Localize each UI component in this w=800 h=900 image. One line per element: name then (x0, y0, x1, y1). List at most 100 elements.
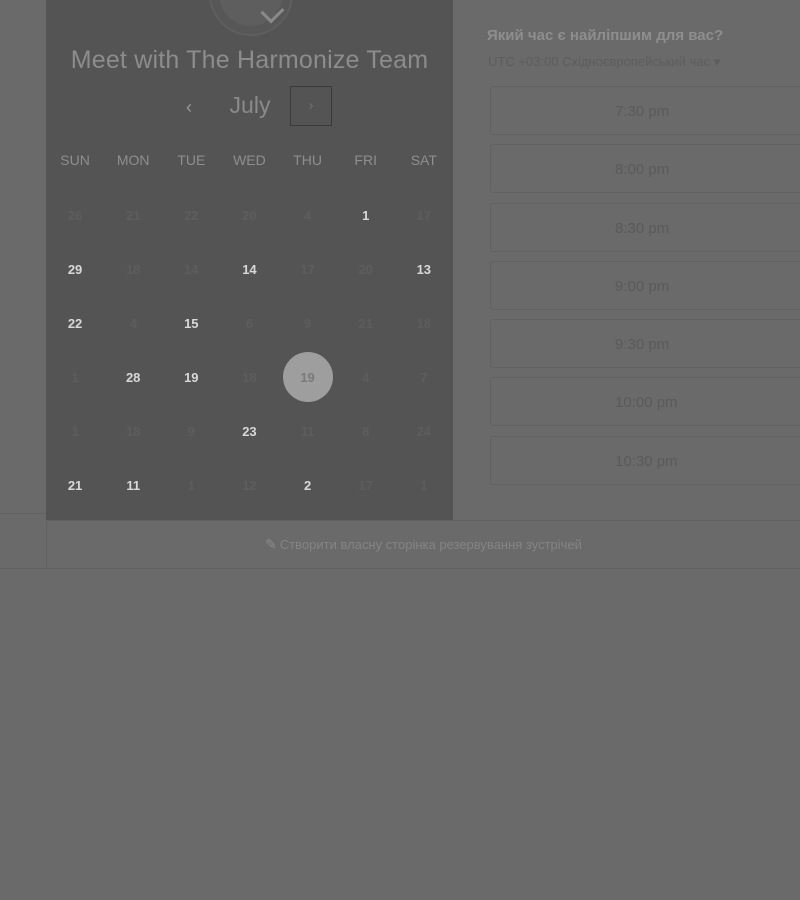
calendar-day-label: 19 (282, 352, 333, 402)
calendar-day-label: 19 (184, 369, 199, 385)
calendar-day[interactable]: 2 (279, 458, 337, 512)
calendar-day-label: 4 (362, 369, 370, 385)
calendar-day-label: 23 (242, 423, 257, 439)
calendar-day-label: 17 (358, 477, 373, 493)
calendar-day[interactable]: 29 (46, 242, 104, 296)
time-slot-button[interactable]: 7:30 pm (490, 86, 800, 135)
calendar-day-label: 6 (245, 315, 254, 331)
calendar-day-label: 1 (362, 207, 370, 223)
calendar-day-selected[interactable]: 19 (279, 350, 337, 404)
calendar-day[interactable]: 15 (162, 296, 220, 350)
calendar-day: 14 (162, 242, 220, 296)
calendar-day-label: 4 (303, 207, 312, 223)
calendar-day: 18 (104, 404, 162, 458)
calendar-day[interactable]: 23 (220, 404, 278, 458)
next-month-button[interactable]: › (290, 86, 332, 126)
calendar-day-label: 21 (67, 477, 83, 493)
calendar-day-label: 11 (300, 423, 315, 439)
calendar-day: 18 (104, 242, 162, 296)
time-slot-button[interactable]: 8:00 pm (490, 144, 800, 194)
calendar-day: 6 (220, 296, 278, 350)
calendar-day-label: 1 (71, 369, 79, 385)
time-slot-button[interactable]: 9:30 pm (490, 319, 800, 369)
calendar-day-label: 14 (184, 261, 199, 277)
calendar-day: 20 (337, 242, 395, 296)
prev-month-button[interactable]: ‹ (174, 92, 204, 122)
calendar-day-label: 1 (420, 477, 428, 493)
calendar-day[interactable]: 22 (46, 296, 104, 350)
weekday-label: SAT (410, 152, 437, 168)
calendar-day: 9 (162, 404, 220, 458)
calendar-day: 11 (279, 404, 337, 458)
calendar-day-label: 9 (303, 315, 312, 331)
month-label: July (229, 92, 271, 118)
calendar-day: 1 (46, 350, 104, 404)
calendar-day-label: 22 (67, 315, 83, 331)
time-slot-button[interactable]: 10:00 pm (490, 377, 800, 427)
calendar-day: 4 (104, 296, 162, 350)
calendar-day: 21 (104, 188, 162, 242)
calendar-day: 24 (395, 404, 453, 458)
calendar-day-label: 28 (125, 369, 141, 385)
calendar-day-label: 15 (184, 315, 199, 331)
calendar-day: 1 (162, 458, 220, 512)
calendar-day-label: 2 (303, 477, 312, 493)
calendar-day: 17 (337, 458, 395, 512)
calendar-day[interactable]: 14 (220, 242, 278, 296)
calendar-day: 1 (395, 458, 453, 512)
calendar-day-label: 22 (184, 207, 199, 223)
calendar-day: 12 (220, 458, 278, 512)
calendar-day-label: 18 (242, 369, 257, 385)
time-slot-list: 7:30 pm 8:00 pm 8:30 pm 9:00 pm 9:30 pm … (490, 86, 800, 494)
weekday-label: SUN (60, 152, 90, 168)
calendar-day: 8 (337, 404, 395, 458)
calendar-day-label: 29 (67, 261, 83, 277)
weekday-label: TUE (177, 152, 206, 168)
timezone-selector[interactable]: UTC +03:00 Східноєвропейський час ▾ (488, 54, 720, 70)
time-slot-button[interactable]: 9:00 pm (490, 260, 800, 310)
calendar-day[interactable]: 28 (104, 350, 162, 404)
divider (0, 568, 46, 569)
team-title: Meet with The Harmonize Team (70, 46, 429, 74)
calendar-day-label: 18 (125, 423, 141, 439)
calendar-day: 20 (220, 188, 278, 242)
calendar-day-label: 21 (125, 207, 141, 223)
calendar-day-label: 1 (187, 477, 195, 493)
calendar-day[interactable]: 11 (104, 458, 162, 512)
calendar-day-label: 9 (187, 423, 195, 439)
create-booking-page-link[interactable]: Створити власну сторінка резервування зу… (280, 537, 582, 552)
calendar-day: 21 (337, 296, 395, 350)
time-slot-button[interactable]: 10:30 pm (490, 435, 800, 485)
calendar-day-label: 21 (358, 315, 373, 331)
calendar-day-label: 12 (242, 477, 257, 493)
calendar-day-label: 4 (129, 315, 137, 331)
calendar-day[interactable]: 21 (46, 458, 104, 512)
days-grid: 26 21 22 20 4 1 17 29 18 14 14 17 20 13 22 4 15 6 9 21 18 1 28… (46, 188, 453, 512)
calendar-day-label: 11 (126, 477, 141, 493)
calendar-day-label: 20 (358, 261, 373, 277)
calendar-day[interactable]: 19 (162, 350, 220, 404)
calendar-day[interactable]: 1 (337, 188, 395, 242)
footer-bar: ✎ Створити власну сторінка резервування з… (46, 520, 800, 569)
calendar-day: 18 (220, 350, 278, 404)
time-panel: Який час є найліпшим для вас? UTC +03:00… (487, 0, 800, 520)
booking-page: Meet with The Harmonize Team ‹ July › SU… (0, 0, 800, 900)
calendar-day-label: 1 (71, 423, 79, 439)
team-avatar (209, 0, 293, 36)
calendar-day: 4 (337, 350, 395, 404)
calendar-day: 1 (46, 404, 104, 458)
calendar-day-label: 17 (416, 207, 432, 223)
calendar-day: 17 (279, 242, 337, 296)
weekday-label: FRI (354, 152, 377, 168)
calendar-day: 18 (395, 296, 453, 350)
time-slot-button[interactable]: 8:30 pm (490, 202, 800, 252)
weekday-label: MON (116, 152, 150, 168)
calendar-panel: Meet with The Harmonize Team ‹ July › SU… (46, 0, 453, 520)
calendar-day-label: 7 (420, 369, 428, 385)
calendar-day: 7 (395, 350, 453, 404)
calendar-day-label: 24 (416, 423, 432, 439)
calendar-day-label: 18 (125, 261, 141, 277)
calendar-day-label: 20 (242, 207, 257, 223)
calendar-day[interactable]: 13 (395, 242, 453, 296)
calendar-day: 22 (162, 188, 220, 242)
